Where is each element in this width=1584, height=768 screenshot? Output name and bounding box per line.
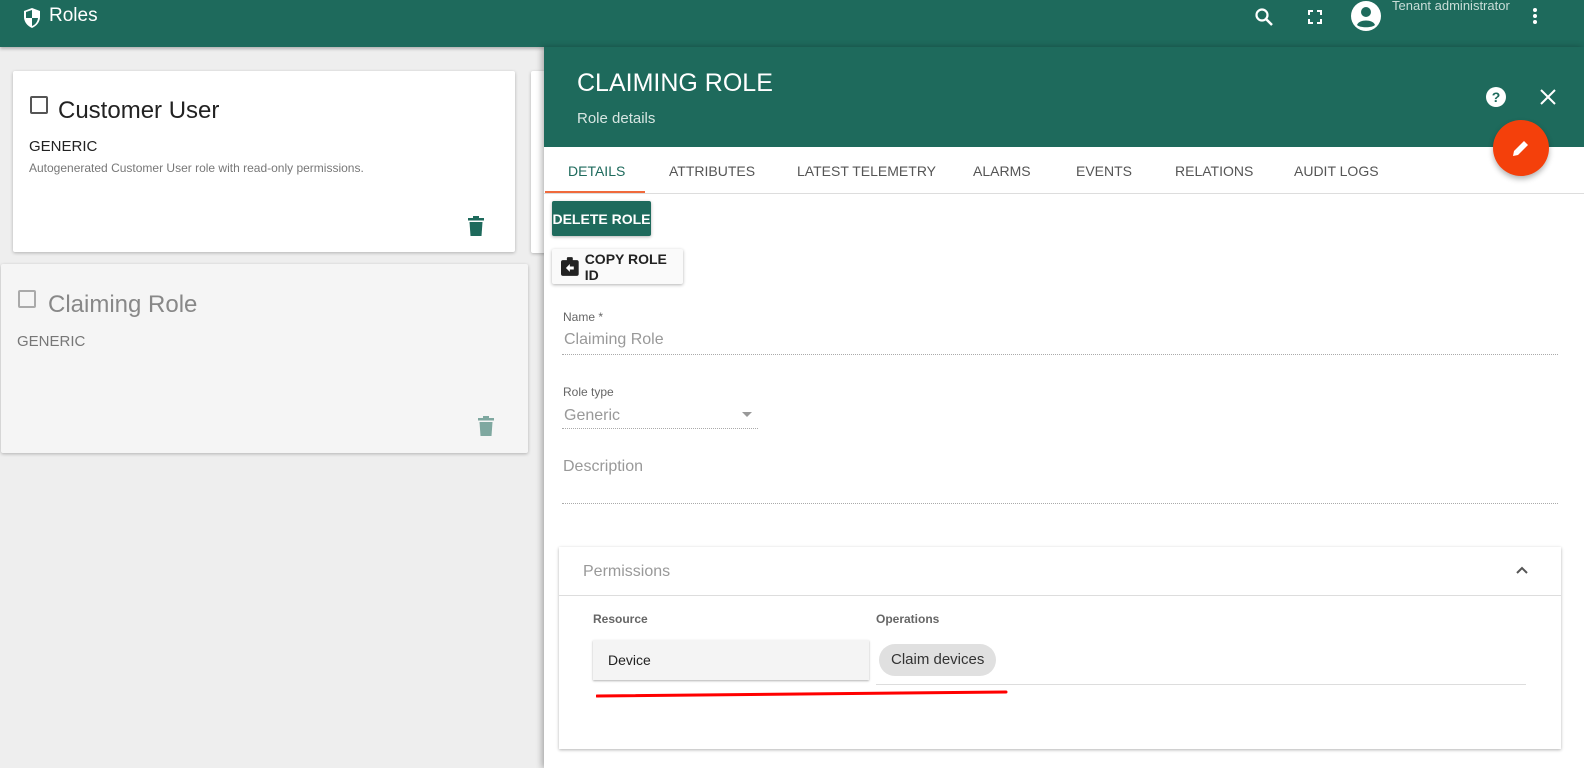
tab-events[interactable]: Events xyxy=(1076,163,1132,179)
clipboard-icon xyxy=(561,257,579,276)
role-description: Autogenerated Customer User role with re… xyxy=(29,161,364,175)
divider xyxy=(559,595,1561,596)
details-header: CLAIMING ROLE Role details ? xyxy=(544,47,1584,147)
resource-select[interactable]: Device xyxy=(593,640,869,680)
name-label: Name * xyxy=(563,310,604,324)
delete-role-label: DELETE ROLE xyxy=(552,210,651,227)
close-icon[interactable] xyxy=(1539,88,1557,106)
details-panel: CLAIMING ROLE Role details ? Details Att… xyxy=(544,47,1584,768)
copy-role-id-label: COPY ROLE ID xyxy=(584,250,667,283)
operation-chip[interactable]: Claim devices xyxy=(879,644,997,676)
select-checkbox[interactable] xyxy=(18,290,36,308)
description-field[interactable]: Description xyxy=(563,458,643,476)
role-type: GENERIC xyxy=(29,138,98,155)
resource-header: Resource xyxy=(593,612,648,626)
dropdown-arrow-icon[interactable] xyxy=(742,412,752,418)
name-underline xyxy=(562,354,1558,355)
page-title: Roles xyxy=(49,5,98,26)
more-vert-icon[interactable] xyxy=(1523,4,1547,28)
active-tab-indicator xyxy=(545,191,645,193)
role-name: Customer User xyxy=(58,97,220,124)
role-name: Claiming Role xyxy=(48,291,198,318)
tab-bar: Details Attributes Latest telemetry Alar… xyxy=(544,147,1584,194)
fullscreen-icon[interactable] xyxy=(1303,5,1327,29)
role-type-underline xyxy=(562,428,758,429)
operations-header: Operations xyxy=(876,612,940,626)
delete-role-button[interactable]: DELETE ROLE xyxy=(552,201,651,236)
copy-role-id-button[interactable]: COPY ROLE ID xyxy=(552,249,683,284)
search-icon[interactable] xyxy=(1252,5,1276,29)
tab-audit-logs[interactable]: Audit logs xyxy=(1294,163,1379,179)
help-icon[interactable]: ? xyxy=(1485,86,1507,108)
operation-chip-label: Claim devices xyxy=(891,651,985,668)
delete-icon[interactable] xyxy=(468,216,484,236)
operations-underline xyxy=(876,684,1526,685)
role-card-selected[interactable]: Claiming Role GENERIC xyxy=(1,264,528,453)
delete-icon[interactable] xyxy=(478,416,494,436)
tab-relations[interactable]: Relations xyxy=(1175,163,1253,179)
shield-icon xyxy=(24,8,40,28)
role-type-select[interactable]: Generic xyxy=(564,407,620,425)
select-checkbox[interactable] xyxy=(30,96,48,114)
tab-attributes[interactable]: Attributes xyxy=(669,163,755,179)
svg-text:?: ? xyxy=(1492,89,1501,105)
top-bar: Roles Tenant administrator xyxy=(0,0,1584,47)
name-field[interactable]: Claiming Role xyxy=(564,331,664,349)
permissions-panel: Permissions Resource Operations Device C… xyxy=(559,547,1561,749)
role-type-label: Role type xyxy=(563,385,614,399)
permissions-title: Permissions xyxy=(583,563,671,580)
resource-value: Device xyxy=(608,652,651,668)
chevron-up-icon[interactable] xyxy=(1515,565,1529,575)
role-card[interactable]: Customer User GENERIC Autogenerated Cust… xyxy=(13,71,515,252)
tab-latest-telemetry[interactable]: Latest telemetry xyxy=(797,163,936,179)
details-title: CLAIMING ROLE xyxy=(577,69,773,97)
user-role[interactable]: Tenant administrator xyxy=(1392,0,1510,13)
role-type: GENERIC xyxy=(17,333,86,350)
tab-alarms[interactable]: Alarms xyxy=(973,163,1031,179)
account-icon[interactable] xyxy=(1350,0,1382,32)
red-annotation-underline xyxy=(596,690,1008,698)
details-subtitle: Role details xyxy=(577,110,656,127)
description-underline xyxy=(562,503,1558,504)
tab-details[interactable]: Details xyxy=(568,163,625,179)
